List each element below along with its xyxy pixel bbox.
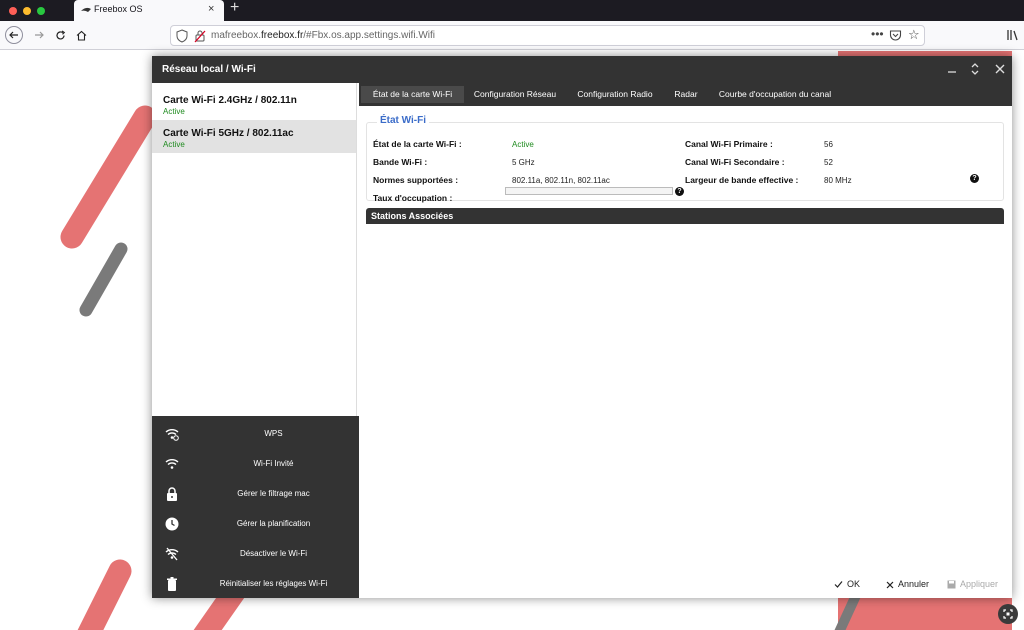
freebox-favicon-icon bbox=[81, 7, 91, 12]
action-label: Désactiver le Wi-Fi bbox=[239, 549, 308, 558]
screenshot-icon bbox=[1003, 609, 1013, 619]
guest-wifi-button[interactable]: Wi-Fi Invité bbox=[152, 449, 359, 479]
shield-icon[interactable] bbox=[176, 29, 188, 43]
wifi-card-name: Carte Wi-Fi 2.4GHz / 802.11n bbox=[163, 95, 297, 106]
tab-channel-occupation[interactable]: Courbe d'occupation du canal bbox=[709, 86, 841, 103]
window-zoom-dot[interactable] bbox=[37, 7, 45, 15]
tab-network-config[interactable]: Configuration Réseau bbox=[466, 86, 564, 103]
forward-button[interactable] bbox=[30, 26, 48, 44]
browser-tab-title: Freebox OS bbox=[94, 4, 143, 14]
arrow-left-icon bbox=[9, 31, 18, 39]
window-title: Réseau local / Wi-Fi bbox=[162, 64, 256, 75]
tab-radio-config[interactable]: Configuration Radio bbox=[567, 86, 663, 103]
detail-tabs: État de la carte Wi-Fi Configuration Rés… bbox=[359, 83, 1012, 106]
url-text[interactable]: mafreebox.freebox.fr/#Fbx.os.app.setting… bbox=[211, 30, 435, 41]
bandwidth-label: Largeur de bande effective : bbox=[685, 175, 799, 185]
reload-icon bbox=[55, 30, 65, 40]
wifi-off-icon bbox=[165, 547, 179, 561]
ok-label: OK bbox=[847, 579, 861, 589]
card-state-value: Active bbox=[512, 140, 534, 149]
url-domain: freebox.fr bbox=[261, 30, 304, 41]
insecure-lock-icon[interactable] bbox=[194, 29, 206, 43]
cancel-button[interactable]: Annuler bbox=[886, 579, 929, 589]
band-value: 5 GHz bbox=[512, 158, 535, 167]
occupation-progress-bar bbox=[505, 187, 673, 195]
window-minimize-dot[interactable] bbox=[23, 7, 31, 15]
wifi-card-detail-panel: État de la carte Wi-Fi Configuration Rés… bbox=[359, 83, 1012, 598]
close-icon[interactable] bbox=[992, 61, 1008, 77]
associated-stations-title: Stations Associées bbox=[371, 211, 454, 221]
apply-label: Appliquer bbox=[960, 579, 999, 589]
url-path: /#Fbx.os.app.settings.wifi.Wifi bbox=[303, 30, 435, 41]
window-close-dot[interactable] bbox=[9, 7, 17, 15]
url-prefix: mafreebox. bbox=[211, 30, 262, 41]
cross-icon bbox=[886, 581, 894, 589]
wifi-state-legend: État Wi-Fi bbox=[377, 115, 430, 126]
mac-filter-button[interactable]: Gérer le filtrage mac bbox=[152, 479, 359, 509]
browser-toolbar: mafreebox.freebox.fr/#Fbx.os.app.setting… bbox=[0, 21, 1024, 50]
window-title-bar[interactable]: Réseau local / Wi-Fi bbox=[152, 56, 1012, 83]
norms-value: 802.11a, 802.11n, 802.11ac bbox=[512, 176, 610, 185]
browser-tab[interactable]: Freebox OS × bbox=[74, 0, 224, 21]
wifi-card-item-5ghz[interactable]: Carte Wi-Fi 5GHz / 802.11ac Active bbox=[152, 120, 356, 153]
lock-icon bbox=[167, 487, 177, 501]
occupation-help-icon[interactable]: ? bbox=[675, 187, 684, 196]
back-button[interactable] bbox=[5, 26, 23, 44]
wifi-card-status: Active bbox=[163, 107, 185, 116]
check-icon bbox=[834, 581, 843, 589]
action-label: WPS bbox=[264, 429, 283, 438]
new-tab-button[interactable]: + bbox=[230, 0, 239, 17]
wifi-icon bbox=[165, 459, 179, 469]
wps-button[interactable]: WPS bbox=[152, 419, 359, 449]
secondary-channel-value: 52 bbox=[824, 158, 833, 167]
occupation-label: Taux d'occupation : bbox=[373, 193, 453, 203]
trash-icon bbox=[167, 577, 177, 591]
tab-close-icon[interactable]: × bbox=[208, 3, 214, 15]
primary-channel-value: 56 bbox=[824, 140, 833, 149]
action-label: Wi-Fi Invité bbox=[253, 459, 294, 468]
wifi-card-name: Carte Wi-Fi 5GHz / 802.11ac bbox=[163, 128, 294, 139]
wps-icon bbox=[165, 429, 179, 441]
primary-channel-label: Canal Wi-Fi Primaire : bbox=[685, 139, 773, 149]
screenshot-button[interactable] bbox=[998, 604, 1018, 624]
pocket-icon[interactable] bbox=[889, 29, 902, 42]
cancel-label: Annuler bbox=[898, 579, 930, 589]
ok-button[interactable]: OK bbox=[834, 579, 860, 589]
library-icon[interactable] bbox=[1006, 28, 1020, 42]
bandwidth-value: 80 MHz bbox=[824, 176, 852, 185]
arrow-right-icon bbox=[35, 31, 44, 39]
address-bar[interactable]: mafreebox.freebox.fr/#Fbx.os.app.setting… bbox=[170, 25, 925, 46]
wifi-card-item-2-4ghz[interactable]: Carte Wi-Fi 2.4GHz / 802.11n Active bbox=[152, 87, 356, 120]
bandwidth-help-icon[interactable]: ? bbox=[970, 174, 979, 183]
reload-button[interactable] bbox=[51, 26, 69, 44]
bookmark-star-icon[interactable]: ☆ bbox=[908, 27, 920, 43]
tab-radar[interactable]: Radar bbox=[666, 86, 706, 103]
reset-wifi-button[interactable]: Réinitialiser les réglages Wi-Fi bbox=[152, 569, 359, 599]
action-label: Réinitialiser les réglages Wi-Fi bbox=[219, 579, 328, 588]
tab-card-state[interactable]: État de la carte Wi-Fi bbox=[361, 86, 464, 103]
clock-icon bbox=[165, 517, 179, 531]
home-icon bbox=[76, 30, 86, 41]
page-actions-button[interactable]: ••• bbox=[871, 27, 884, 41]
secondary-channel-label: Canal Wi-Fi Secondaire : bbox=[685, 157, 785, 167]
maximize-icon[interactable] bbox=[967, 61, 983, 77]
associated-stations-header: Stations Associées bbox=[366, 208, 1004, 224]
norms-label: Normes supportées : bbox=[373, 175, 459, 185]
schedule-button[interactable]: Gérer la planification bbox=[152, 509, 359, 539]
card-state-label: État de la carte Wi-Fi : bbox=[373, 139, 462, 149]
wifi-actions-panel: WPS Wi-Fi Invité Gérer le filtrage mac G… bbox=[152, 416, 359, 598]
wifi-card-status: Active bbox=[163, 140, 185, 149]
browser-tab-bar: Freebox OS × + bbox=[0, 0, 1024, 21]
wifi-card-list: Carte Wi-Fi 2.4GHz / 802.11n Active Cart… bbox=[152, 83, 357, 416]
wifi-settings-window: Réseau local / Wi-Fi Carte Wi-Fi 2.4GHz … bbox=[152, 56, 1012, 598]
minimize-icon[interactable] bbox=[944, 61, 960, 77]
action-label: Gérer le filtrage mac bbox=[237, 489, 310, 498]
band-label: Bande Wi-Fi : bbox=[373, 157, 428, 167]
home-button[interactable] bbox=[72, 26, 90, 44]
action-label: Gérer la planification bbox=[236, 519, 311, 528]
save-icon bbox=[947, 580, 956, 589]
disable-wifi-button[interactable]: Désactiver le Wi-Fi bbox=[152, 539, 359, 569]
apply-button[interactable]: Appliquer bbox=[947, 579, 998, 589]
